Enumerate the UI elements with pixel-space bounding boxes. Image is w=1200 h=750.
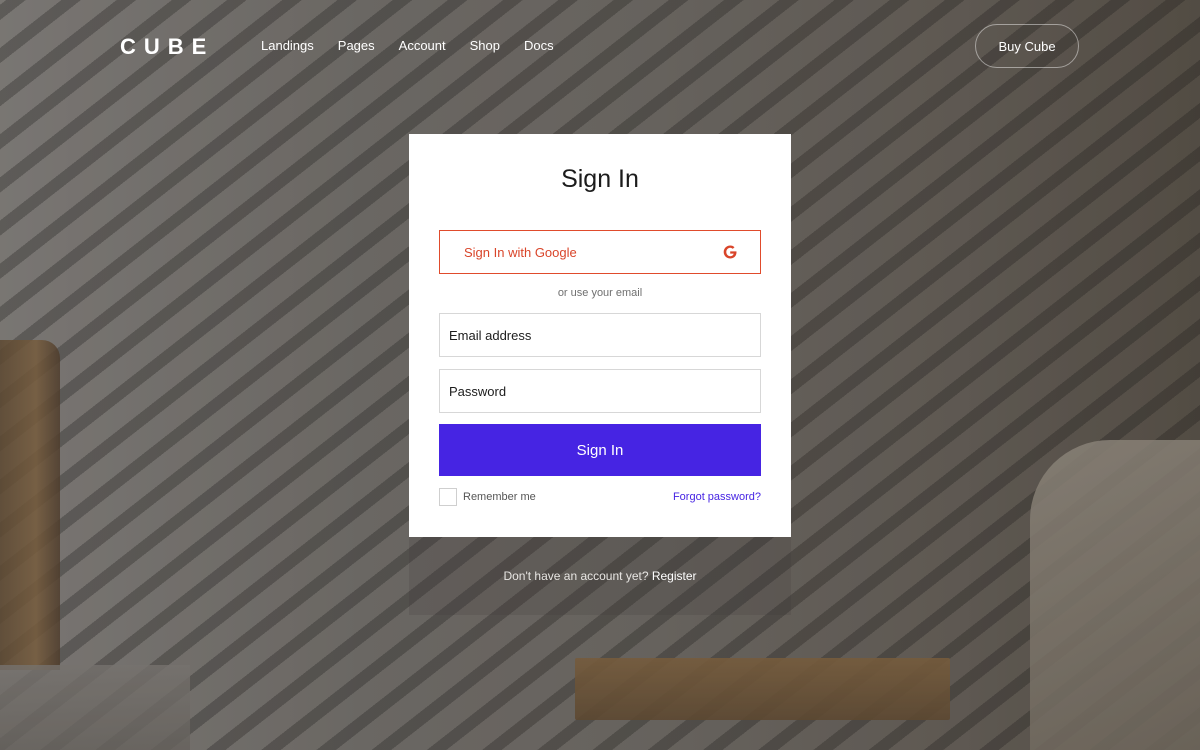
google-sign-in-button[interactable]: Sign In with Google bbox=[439, 230, 761, 274]
nav-item-shop[interactable]: Shop bbox=[470, 38, 500, 54]
register-prompt: Don't have an account yet? bbox=[503, 569, 652, 583]
password-input[interactable] bbox=[440, 370, 760, 412]
google-g-icon bbox=[723, 245, 737, 259]
nav-item-docs[interactable]: Docs bbox=[524, 38, 554, 54]
email-input[interactable] bbox=[440, 314, 760, 356]
email-field[interactable] bbox=[439, 313, 761, 357]
nav-item-landings[interactable]: Landings bbox=[261, 38, 314, 54]
google-sign-in-label: Sign In with Google bbox=[464, 244, 577, 260]
buy-cube-button[interactable]: Buy Cube bbox=[975, 24, 1079, 68]
logo[interactable]: CUBE bbox=[120, 34, 214, 60]
site-header: CUBE Landings Pages Account Shop Docs Bu… bbox=[0, 0, 1200, 92]
nav-item-pages[interactable]: Pages bbox=[338, 38, 375, 54]
register-link[interactable]: Register bbox=[652, 569, 697, 583]
nav-item-account[interactable]: Account bbox=[399, 38, 446, 54]
main-nav: Landings Pages Account Shop Docs bbox=[261, 38, 578, 54]
register-row: Don't have an account yet? Register bbox=[409, 569, 791, 583]
forgot-password-link[interactable]: Forgot password? bbox=[673, 491, 761, 503]
password-field[interactable] bbox=[439, 369, 761, 413]
email-divider-text: or use your email bbox=[557, 287, 643, 299]
sign-in-button[interactable]: Sign In bbox=[439, 424, 761, 476]
remember-me-toggle[interactable]: Remember me bbox=[439, 488, 536, 506]
page-title: Sign In bbox=[561, 165, 639, 193]
remember-me-label: Remember me bbox=[463, 491, 536, 503]
remember-me-checkbox[interactable] bbox=[439, 488, 457, 506]
